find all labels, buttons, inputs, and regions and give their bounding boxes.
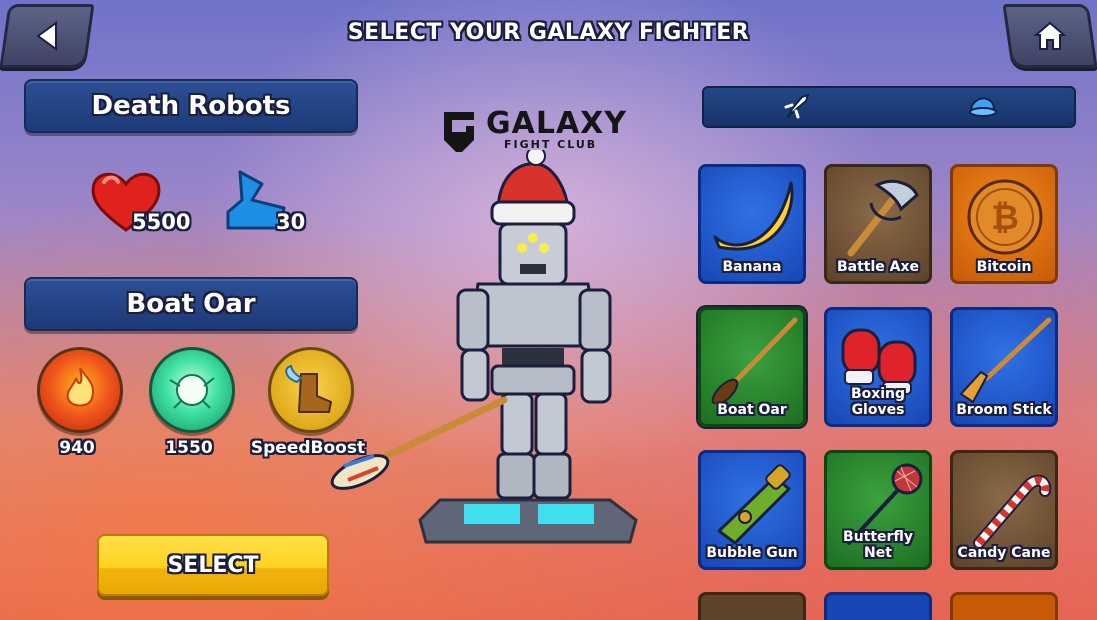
speed-value: 30 <box>276 210 306 234</box>
tab-cosmetics[interactable] <box>889 88 1074 126</box>
tab-weapons[interactable] <box>704 88 889 126</box>
bubble-gun-icon <box>717 464 791 545</box>
health-value: 5500 <box>132 210 191 234</box>
item-card-butterfly-net[interactable]: Butterfly Net <box>824 450 932 570</box>
item-label: Butterfly Net <box>843 529 913 561</box>
home-icon <box>1033 21 1067 50</box>
robot-character-illustration <box>330 150 638 544</box>
banana-icon <box>713 181 794 251</box>
item-card-banana[interactable]: Banana <box>698 164 806 284</box>
weapon-name: Boat Oar <box>126 289 256 319</box>
weapon-name-panel: Boat Oar <box>24 277 358 331</box>
candy-cane-icon <box>973 474 1052 547</box>
item-label: Broom Stick <box>956 402 1052 418</box>
cap-icon <box>968 97 997 117</box>
oar-icon <box>711 317 798 404</box>
item-card-battle-axe[interactable]: Battle Axe <box>824 164 932 284</box>
bitcoin-icon: ₿ <box>967 179 1043 255</box>
item-card-candy-cane[interactable]: Candy Cane <box>950 450 1058 570</box>
item-label: Candy Cane <box>957 545 1051 561</box>
item-card-partial[interactable] <box>824 592 932 620</box>
item-card-partial[interactable] <box>698 592 806 620</box>
item-label: Battle Axe <box>836 259 920 275</box>
logo-title: GALAXY <box>486 106 628 141</box>
item-card-boat-oar[interactable]: Boat Oar <box>698 307 806 427</box>
home-button[interactable] <box>1002 4 1097 68</box>
item-card-broom-stick[interactable]: Broom Stick <box>950 307 1058 427</box>
logo-emblem-icon <box>444 112 474 152</box>
axe-icon <box>847 179 919 257</box>
rocket-icon <box>784 94 809 119</box>
item-label: Boat Oar <box>717 402 787 418</box>
page-title: SELECT YOUR GALAXY FIGHTER <box>347 20 750 45</box>
item-label: Bubble Gun <box>706 545 798 561</box>
category-tab-bar <box>702 86 1076 128</box>
item-label: Boxing Gloves <box>850 386 906 418</box>
item-card-bitcoin[interactable]: ₿ Bitcoin <box>950 164 1058 284</box>
svg-text:₿: ₿ <box>991 198 1019 238</box>
character-name: Death Robots <box>91 91 291 121</box>
select-button[interactable]: SELECT <box>97 534 329 596</box>
ability-2-value: 1550 <box>165 438 213 458</box>
item-card-boxing-gloves[interactable]: Boxing Gloves <box>824 307 932 427</box>
ability-1-value: 940 <box>59 438 95 458</box>
character-name-panel: Death Robots <box>24 79 358 133</box>
item-card-bubble-gun[interactable]: Bubble Gun <box>698 450 806 570</box>
broom-icon <box>959 317 1052 404</box>
fire-orb-icon <box>37 347 123 433</box>
energy-orb-icon <box>149 347 235 433</box>
item-card-partial[interactable] <box>950 592 1058 620</box>
item-label: Bitcoin <box>976 259 1032 275</box>
item-label: Banana <box>722 259 782 275</box>
